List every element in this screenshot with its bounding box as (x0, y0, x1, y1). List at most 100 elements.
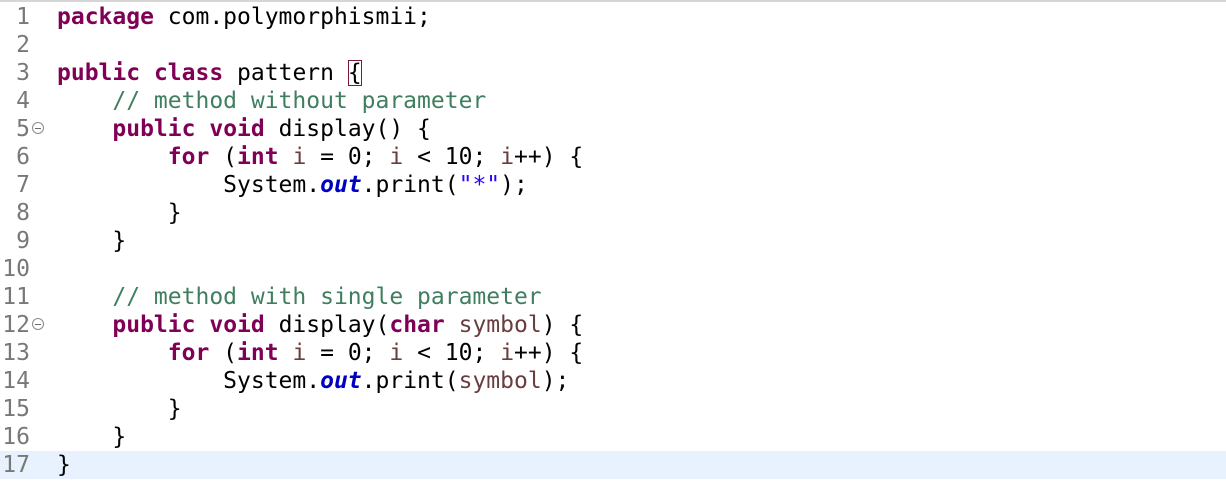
field-token: out (320, 368, 362, 394)
variable-token: symbol (458, 368, 542, 394)
code-line[interactable]: 9 } (0, 227, 1226, 255)
line-number: 11 (2, 284, 30, 310)
code-token: ( (209, 144, 238, 170)
code-text: // method with single parameter (57, 283, 541, 311)
line-number: 6 (16, 144, 30, 170)
line-number: 2 (16, 32, 30, 58)
code-token: < 10; (403, 340, 501, 366)
code-line[interactable]: 6 for (int i = 0; i < 10; i++) { (0, 143, 1226, 171)
variable-token: i (292, 144, 307, 170)
string-token: "*" (458, 172, 501, 198)
code-token: ( (209, 340, 238, 366)
code-line[interactable]: 5 public void display() { (0, 115, 1226, 143)
code-line[interactable]: 12 public void display(char symbol) { (0, 311, 1226, 339)
code-line[interactable]: 7 System.out.print("*"); (0, 171, 1226, 199)
code-token: } (57, 452, 71, 478)
code-token: display( (264, 312, 390, 338)
code-text: for (int i = 0; i < 10; i++) { (57, 339, 584, 367)
line-number: 17 (2, 452, 30, 478)
keyword-token: package (57, 4, 154, 30)
field-token: out (320, 172, 362, 198)
variable-token: i (389, 340, 404, 366)
code-token: } (57, 424, 127, 450)
code-text: for (int i = 0; i < 10; i++) { (57, 143, 584, 171)
code-line[interactable]: 1 package com.polymorphismii; (0, 3, 1226, 31)
code-token: < 10; (403, 144, 501, 170)
fold-collapse-icon[interactable] (32, 122, 44, 134)
keyword-token: char (389, 312, 445, 338)
keyword-token: int (237, 340, 279, 366)
fold-collapse-icon[interactable] (32, 318, 44, 330)
code-line[interactable]: 15 } (0, 395, 1226, 423)
code-text: public class pattern { (57, 59, 362, 87)
code-token: .print( (361, 172, 459, 198)
line-number: 10 (2, 256, 30, 282)
line-number: 9 (16, 228, 30, 254)
keyword-token: for (167, 340, 210, 366)
code-line[interactable]: 17} (0, 451, 1226, 479)
line-number: 15 (2, 396, 30, 422)
code-line[interactable]: 14 System.out.print(symbol); (0, 367, 1226, 395)
code-editor[interactable]: 1 package com.polymorphismii; 2 3 public cla… (0, 0, 1226, 494)
code-token: = 0; (306, 144, 390, 170)
variable-token: i (500, 144, 515, 170)
code-text: } (57, 227, 126, 255)
keyword-token: int (237, 144, 279, 170)
keyword-token: public (112, 312, 196, 338)
code-line[interactable]: 16 } (0, 423, 1226, 451)
line-number: 12 (2, 312, 30, 338)
variable-token: i (389, 144, 404, 170)
code-line[interactable]: 8 } (0, 199, 1226, 227)
variable-token: i (292, 340, 307, 366)
line-number: 13 (2, 340, 30, 366)
line-number: 14 (2, 368, 30, 394)
code-text: } (57, 199, 182, 227)
code-token: display() { (264, 116, 431, 142)
code-token: .print( (361, 368, 459, 394)
line-number: 16 (2, 424, 30, 450)
variable-token: symbol (458, 312, 542, 338)
code-line[interactable]: 13 for (int i = 0; i < 10; i++) { (0, 339, 1226, 367)
keyword-token: public (57, 60, 141, 86)
code-line[interactable]: 11 // method with single parameter (0, 283, 1226, 311)
code-token: } (57, 200, 182, 226)
code-token: System. (57, 172, 321, 198)
variable-token: i (500, 340, 515, 366)
code-text: } (57, 451, 71, 479)
code-line[interactable]: 10 (0, 255, 1226, 283)
code-text: } (57, 395, 182, 423)
code-text: System.out.print(symbol); (57, 367, 569, 395)
code-line[interactable]: 2 (0, 31, 1226, 59)
code-line[interactable]: 3 public class pattern { (0, 59, 1226, 87)
code-token: System. (57, 368, 321, 394)
code-text: // method without parameter (57, 87, 486, 115)
keyword-token: void (209, 116, 265, 142)
code-text: package com.polymorphismii; (57, 3, 431, 31)
code-text: } (57, 423, 126, 451)
line-number: 8 (16, 200, 30, 226)
line-number: 3 (16, 60, 30, 86)
code-token: com.polymorphismii; (153, 4, 431, 30)
line-number: 7 (16, 172, 30, 198)
code-line[interactable]: 4 // method without parameter (0, 87, 1226, 115)
line-number: 5 (16, 116, 30, 142)
comment-token: // method without parameter (112, 88, 487, 114)
keyword-token: public (112, 116, 196, 142)
code-token: ++) { (514, 144, 584, 170)
code-token: pattern (223, 60, 348, 86)
keyword-token: for (167, 144, 210, 170)
code-token: ); (500, 172, 528, 198)
code-token: ); (541, 368, 570, 394)
code-token: ) { (541, 312, 584, 338)
